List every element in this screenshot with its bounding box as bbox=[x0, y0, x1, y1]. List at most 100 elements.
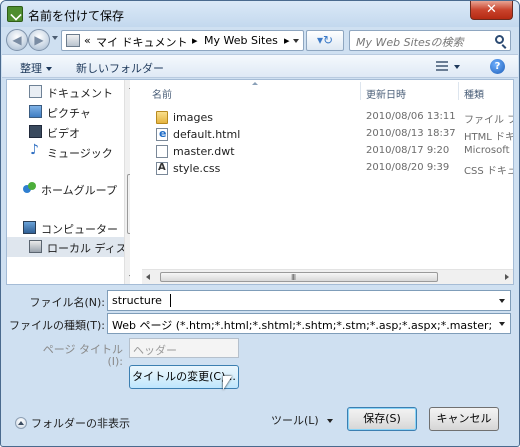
forward-button[interactable]: ▶ bbox=[28, 29, 50, 51]
organize-menu[interactable]: 整理 bbox=[20, 60, 52, 76]
file-row[interactable]: style.css 2010/08/20 9:39 CSS ドキュ bbox=[142, 161, 513, 177]
nav-item-label: ドキュメント bbox=[47, 87, 113, 100]
breadcrumb-separator[interactable]: ▸ bbox=[192, 34, 198, 47]
new-folder-button[interactable]: 新しいフォルダー bbox=[76, 60, 164, 76]
file-type: ファイル フ bbox=[464, 115, 513, 126]
local-disk-icon bbox=[29, 240, 42, 253]
organize-label: 整理 bbox=[20, 62, 42, 75]
recent-pages-chevron-icon[interactable] bbox=[52, 36, 58, 40]
app-icon bbox=[7, 6, 23, 22]
dwt-file-icon bbox=[156, 145, 168, 158]
file-date: 2010/08/20 9:39 bbox=[366, 162, 450, 173]
html-file-icon bbox=[156, 127, 168, 141]
filetype-select[interactable]: Web ページ (*.htm;*.html;*.shtml;*.shtm;*.s… bbox=[107, 313, 511, 334]
css-file-icon bbox=[156, 162, 168, 175]
scroll-down-icon[interactable] bbox=[129, 275, 130, 279]
file-list[interactable]: 名前 更新日時 種類 images 2010/08/06 13:11 ファイル … bbox=[142, 80, 513, 284]
homegroup-icon bbox=[23, 182, 36, 195]
filename-label: ファイル名(N): bbox=[29, 296, 105, 309]
scroll-thumb[interactable]: III bbox=[160, 272, 438, 282]
file-date: 2010/08/17 9:20 bbox=[366, 145, 450, 156]
filename-field[interactable]: structure bbox=[107, 290, 511, 311]
hide-folders-toggle[interactable]: フォルダーの非表示 bbox=[15, 415, 130, 431]
scroll-right-icon[interactable] bbox=[505, 274, 509, 280]
dialog-title: 名前を付けて保存 bbox=[28, 9, 125, 23]
page-title-input: ヘッダー bbox=[133, 344, 177, 357]
file-row[interactable]: default.html 2010/08/13 18:37 HTML ドキ bbox=[142, 127, 513, 143]
chevron-down-icon[interactable] bbox=[499, 322, 505, 326]
file-row[interactable]: master.dwt 2010/08/17 9:20 Microsoft S bbox=[142, 144, 513, 160]
help-icon[interactable]: ? bbox=[490, 59, 505, 74]
mouse-pointer-icon bbox=[223, 376, 232, 390]
chevron-down-icon[interactable] bbox=[499, 299, 505, 303]
column-header-date[interactable]: 更新日時 bbox=[366, 80, 406, 102]
search-icon[interactable] bbox=[495, 35, 504, 44]
navigation-pane[interactable]: ドキュメント ピクチャ ビデオ ミュージック ホームグループ コンピューター bbox=[7, 80, 130, 284]
breadcrumb-separator[interactable]: ▸ bbox=[284, 34, 290, 47]
text-cursor bbox=[170, 294, 171, 307]
file-name: images bbox=[173, 111, 213, 124]
column-header-name[interactable]: 名前 bbox=[152, 80, 172, 102]
page-title-label-accel: (I): bbox=[107, 355, 123, 368]
music-icon bbox=[29, 142, 42, 158]
save-as-dialog: 名前を付けて保存 ✕ ◀ ▶ « マイ ドキュメント ▸ My Web Site… bbox=[0, 0, 520, 447]
cancel-button[interactable]: キャンセル bbox=[429, 407, 499, 431]
chevron-up-icon bbox=[15, 417, 27, 429]
filetype-label: ファイルの種類(T): bbox=[8, 319, 105, 332]
breadcrumb-my-web-sites[interactable]: My Web Sites bbox=[204, 34, 278, 47]
tools-menu[interactable]: ツール(L) bbox=[271, 412, 333, 428]
nav-pane-scrollbar[interactable] bbox=[124, 80, 130, 284]
close-button[interactable]: ✕ bbox=[470, 1, 513, 20]
view-dropdown-icon[interactable] bbox=[454, 65, 460, 69]
scroll-thumb[interactable] bbox=[127, 174, 130, 234]
view-options-icon[interactable] bbox=[436, 61, 448, 71]
nav-item-computer[interactable]: コンピューター bbox=[7, 218, 130, 238]
nav-item-music[interactable]: ミュージック bbox=[7, 142, 130, 162]
folder-icon bbox=[156, 111, 168, 124]
save-button[interactable]: 保存(S) bbox=[347, 407, 417, 431]
file-type: CSS ドキュ bbox=[464, 166, 513, 177]
tools-label: ツール(L) bbox=[271, 414, 319, 427]
nav-item-label: ビデオ bbox=[47, 127, 80, 140]
navigation-bar: ◀ ▶ « マイ ドキュメント ▸ My Web Sites ▸ ▾↻ My W… bbox=[1, 27, 519, 53]
page-title-field: ヘッダー bbox=[129, 338, 239, 358]
chevron-down-icon bbox=[326, 419, 333, 423]
hide-folders-label: フォルダーの非表示 bbox=[31, 417, 130, 430]
nav-item-pictures[interactable]: ピクチャ bbox=[7, 102, 130, 122]
nav-item-label: コンピューター bbox=[41, 223, 118, 236]
nav-item-local-disk[interactable]: ローカル ディス bbox=[7, 237, 130, 257]
scroll-left-icon[interactable] bbox=[146, 274, 150, 280]
nav-item-label: ミュージック bbox=[47, 147, 113, 160]
address-bar[interactable]: « マイ ドキュメント ▸ My Web Sites ▸ bbox=[61, 30, 304, 51]
file-name: default.html bbox=[173, 128, 241, 141]
nav-item-documents[interactable]: ドキュメント bbox=[7, 82, 130, 102]
breadcrumb-my-documents[interactable]: マイ ドキュメント bbox=[96, 34, 188, 50]
videos-icon bbox=[29, 125, 42, 138]
file-name: style.css bbox=[173, 162, 221, 175]
search-box[interactable]: My Web Sitesの検索 bbox=[349, 30, 511, 51]
filename-input[interactable]: structure bbox=[112, 294, 162, 307]
search-input[interactable]: My Web Sitesの検索 bbox=[356, 34, 463, 50]
file-type: Microsoft S bbox=[464, 145, 513, 156]
column-divider[interactable] bbox=[360, 82, 361, 100]
nav-item-videos[interactable]: ビデオ bbox=[7, 122, 130, 142]
column-divider[interactable] bbox=[458, 82, 459, 100]
refresh-button[interactable]: ▾↻ bbox=[306, 30, 344, 51]
address-dropdown-icon[interactable] bbox=[293, 39, 299, 43]
column-header-type[interactable]: 種類 bbox=[464, 80, 484, 102]
title-bar: 名前を付けて保存 ✕ bbox=[1, 1, 519, 27]
filetype-value: Web ページ (*.htm;*.html;*.shtml;*.shtm;*.s… bbox=[112, 319, 492, 332]
nav-item-label: ホームグループ bbox=[41, 184, 118, 197]
scroll-up-icon[interactable] bbox=[129, 85, 130, 89]
back-button[interactable]: ◀ bbox=[6, 29, 28, 51]
file-date: 2010/08/06 13:11 bbox=[366, 111, 456, 122]
breadcrumb-overflow[interactable]: « bbox=[84, 34, 91, 47]
computer-icon bbox=[23, 221, 36, 234]
file-row[interactable]: images 2010/08/06 13:11 ファイル フ bbox=[142, 110, 513, 126]
file-list-scrollbar[interactable]: III bbox=[142, 269, 513, 284]
nav-item-label: ピクチャ bbox=[47, 107, 91, 120]
folder-location-icon bbox=[66, 34, 80, 47]
sort-ascending-icon bbox=[252, 82, 258, 85]
pictures-icon bbox=[29, 105, 42, 118]
nav-item-homegroup[interactable]: ホームグループ bbox=[7, 179, 130, 199]
